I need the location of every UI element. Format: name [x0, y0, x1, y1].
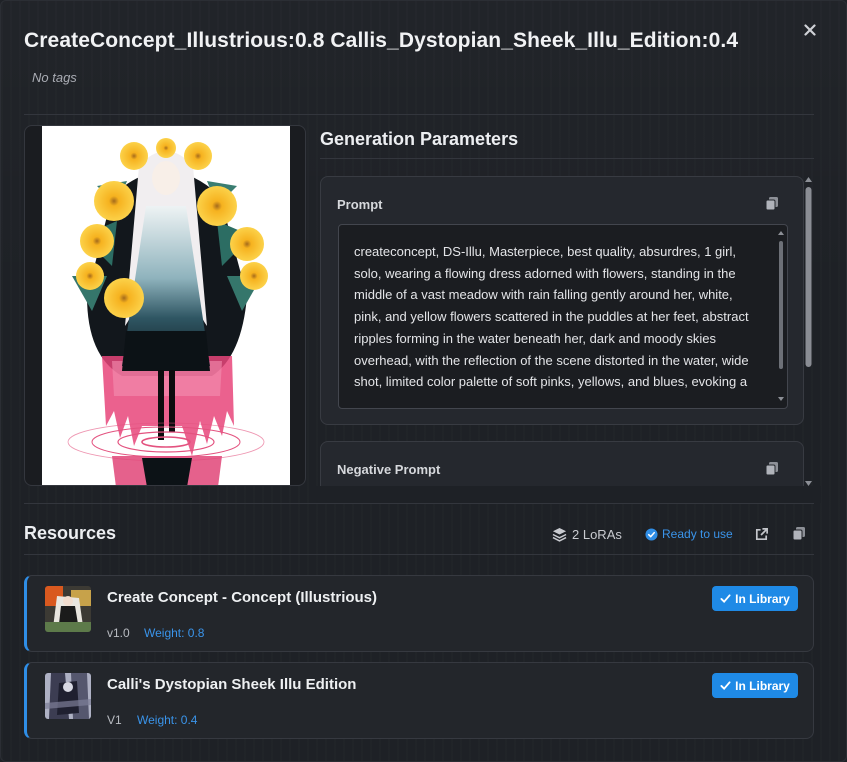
lora-count-text: 2 LoRAs: [572, 526, 622, 542]
modal-title: CreateConcept_Illustrious:0.8 Callis_Dys…: [24, 29, 739, 52]
resource-name[interactable]: Create Concept - Concept (Illustrious): [107, 589, 377, 606]
in-library-label: In Library: [735, 591, 790, 606]
lora-count: 2 LoRAs: [552, 525, 622, 543]
negative-prompt-label: Negative Prompt: [337, 462, 441, 477]
divider: [320, 158, 814, 159]
prompt-label: Prompt: [337, 197, 383, 212]
close-icon: [804, 24, 816, 36]
image-preview-card[interactable]: [24, 125, 306, 486]
check-icon: [720, 681, 731, 691]
prompt-text: createconcept, DS-Illu, Masterpiece, bes…: [354, 244, 749, 390]
ready-status-text: Ready to use: [662, 527, 733, 541]
resource-name[interactable]: Calli's Dystopian Sheek Illu Edition: [107, 676, 356, 693]
illustration: [42, 126, 290, 485]
close-button[interactable]: [799, 19, 821, 41]
copy-icon[interactable]: [764, 196, 780, 212]
copy-icon[interactable]: [764, 461, 780, 477]
in-library-label: In Library: [735, 678, 790, 693]
resource-thumbnail: [45, 586, 91, 632]
divider: [24, 554, 814, 555]
resource-card[interactable]: Calli's Dystopian Sheek Illu Edition V1 …: [24, 662, 814, 739]
scroll-clip: [311, 486, 821, 503]
prompt-textarea[interactable]: createconcept, DS-Illu, Masterpiece, bes…: [338, 224, 788, 409]
parameters-scrollbar[interactable]: [804, 177, 813, 486]
resource-thumbnail: [45, 673, 91, 719]
divider: [24, 114, 814, 115]
check-icon: [720, 594, 731, 604]
external-link-icon: [755, 527, 768, 540]
in-library-button[interactable]: In Library: [712, 673, 798, 698]
resource-card[interactable]: Create Concept - Concept (Illustrious) v…: [24, 575, 814, 652]
in-library-button[interactable]: In Library: [712, 586, 798, 611]
image-details-modal: CreateConcept_Illustrious:0.8 Callis_Dys…: [0, 0, 847, 762]
prompt-scrollbar[interactable]: [778, 231, 784, 401]
open-external-button[interactable]: [754, 525, 769, 543]
resource-version: V1: [107, 713, 122, 727]
generated-image[interactable]: [42, 126, 290, 485]
check-circle-icon: [645, 527, 658, 541]
generation-parameters-heading: Generation Parameters: [320, 129, 519, 149]
resource-version: v1.0: [107, 626, 130, 640]
copy-icon: [792, 527, 805, 541]
divider: [24, 503, 814, 504]
resource-weight: Weight: 0.4: [137, 713, 198, 727]
copy-resources-button[interactable]: [791, 525, 807, 543]
ready-status: Ready to use: [645, 525, 733, 543]
tags-text: No tags: [32, 70, 77, 85]
resources-heading: Resources: [24, 523, 117, 543]
layers-icon: [552, 527, 567, 542]
prompt-card: Prompt createconcept, DS-Illu, Masterpie…: [320, 176, 804, 425]
resource-weight: Weight: 0.8: [144, 626, 205, 640]
